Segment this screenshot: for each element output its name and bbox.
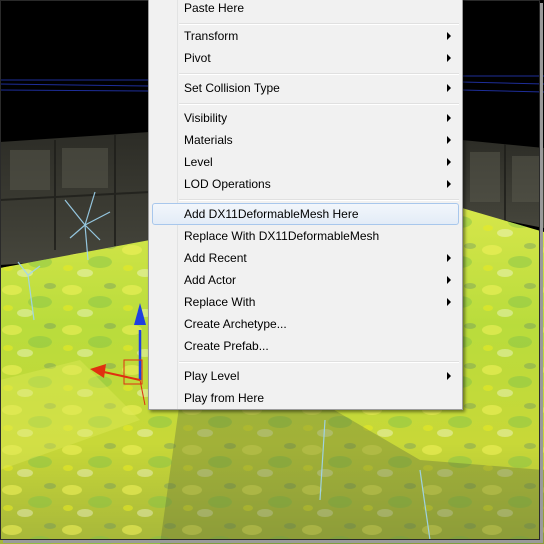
menu-item-label: Replace With — [184, 295, 256, 309]
menu-item-label: Add DX11DeformableMesh Here — [184, 207, 359, 221]
menu-item-replace-with-dx11deformablemesh[interactable]: Replace With DX11DeformableMesh — [152, 225, 459, 247]
menu-item-create-prefab[interactable]: Create Prefab... — [152, 335, 459, 357]
menu-item-label: Add Recent — [184, 251, 247, 265]
menu-item-add-recent[interactable]: Add Recent — [152, 247, 459, 269]
menu-separator — [179, 73, 459, 75]
menu-item-label: Add Actor — [184, 273, 237, 287]
chevron-right-icon — [447, 32, 451, 40]
context-menu: Paste Here Transform Pivot Set Collision… — [148, 0, 463, 410]
menu-separator — [179, 103, 459, 105]
menu-item-lod-operations[interactable]: LOD Operations — [152, 173, 459, 195]
chevron-right-icon — [447, 372, 451, 380]
menu-item-paste-here[interactable]: Paste Here — [152, 0, 459, 19]
menu-item-label: Level — [184, 155, 213, 169]
menu-item-label: Visibility — [184, 111, 228, 125]
menu-item-label: Replace With DX11DeformableMesh — [184, 229, 380, 243]
chevron-right-icon — [447, 276, 451, 284]
menu-separator — [179, 199, 459, 201]
menu-separator — [179, 361, 459, 363]
menu-item-label: Play from Here — [184, 391, 265, 405]
chevron-right-icon — [447, 136, 451, 144]
menu-item-pivot[interactable]: Pivot — [152, 47, 459, 69]
chevron-right-icon — [447, 54, 451, 62]
menu-item-create-archetype[interactable]: Create Archetype... — [152, 313, 459, 335]
chevron-right-icon — [447, 180, 451, 188]
menu-item-label: Pivot — [184, 51, 211, 65]
menu-item-add-dx11deformablemesh-here[interactable]: Add DX11DeformableMesh Here — [152, 203, 459, 225]
chevron-right-icon — [447, 84, 451, 92]
chevron-right-icon — [447, 254, 451, 262]
menu-item-replace-with[interactable]: Replace With — [152, 291, 459, 313]
menu-item-level[interactable]: Level — [152, 151, 459, 173]
menu-item-visibility[interactable]: Visibility — [152, 107, 459, 129]
menu-item-label: Create Archetype... — [184, 317, 287, 331]
menu-item-play-from-here[interactable]: Play from Here — [152, 387, 459, 409]
menu-item-play-level[interactable]: Play Level — [152, 365, 459, 387]
menu-item-label: Transform — [184, 29, 239, 43]
menu-item-add-actor[interactable]: Add Actor — [152, 269, 459, 291]
menu-item-label: Create Prefab... — [184, 339, 269, 353]
chevron-right-icon — [447, 114, 451, 122]
chevron-right-icon — [447, 298, 451, 306]
menu-item-label: Set Collision Type — [184, 81, 280, 95]
menu-item-transform[interactable]: Transform — [152, 25, 459, 47]
menu-item-label: Materials — [184, 133, 233, 147]
chevron-right-icon — [447, 158, 451, 166]
menu-item-set-collision-type[interactable]: Set Collision Type — [152, 77, 459, 99]
menu-item-label: Play Level — [184, 369, 240, 383]
menu-item-materials[interactable]: Materials — [152, 129, 459, 151]
menu-item-label: Paste Here — [184, 1, 245, 15]
menu-item-label: LOD Operations — [184, 177, 271, 191]
